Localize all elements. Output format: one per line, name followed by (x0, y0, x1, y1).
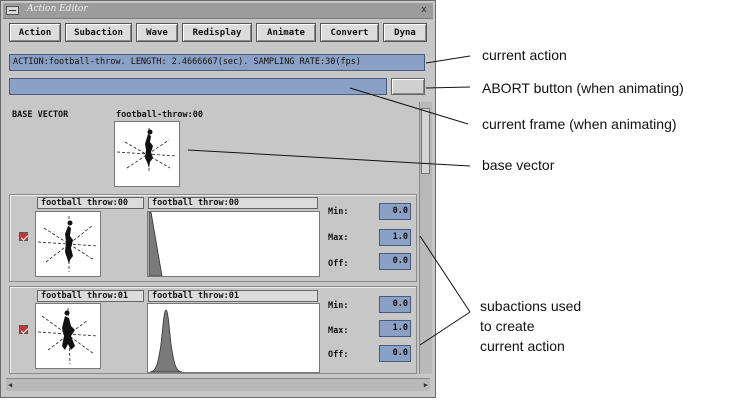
callout-line-base-vector (187, 149, 471, 167)
annotation-abort-button: ABORT button (when animating) (482, 80, 684, 96)
callout-line-abort (425, 86, 471, 89)
callout-line-current-action (425, 55, 471, 64)
callout-line-subaction-1 (419, 311, 471, 346)
callout-line-current-frame (349, 87, 469, 125)
annotation-current-action: current action (482, 47, 567, 63)
callout-lines (187, 55, 471, 346)
annotation-base-vector: base vector (482, 157, 555, 173)
callout-line-subaction-0 (419, 235, 471, 313)
annotation-subactions-line2: to create (480, 318, 535, 334)
annotation-current-frame: current frame (when animating) (482, 116, 677, 132)
annotation-subactions-line3: current action (480, 338, 565, 354)
annotation-subactions-line1: subactions used (480, 298, 582, 314)
